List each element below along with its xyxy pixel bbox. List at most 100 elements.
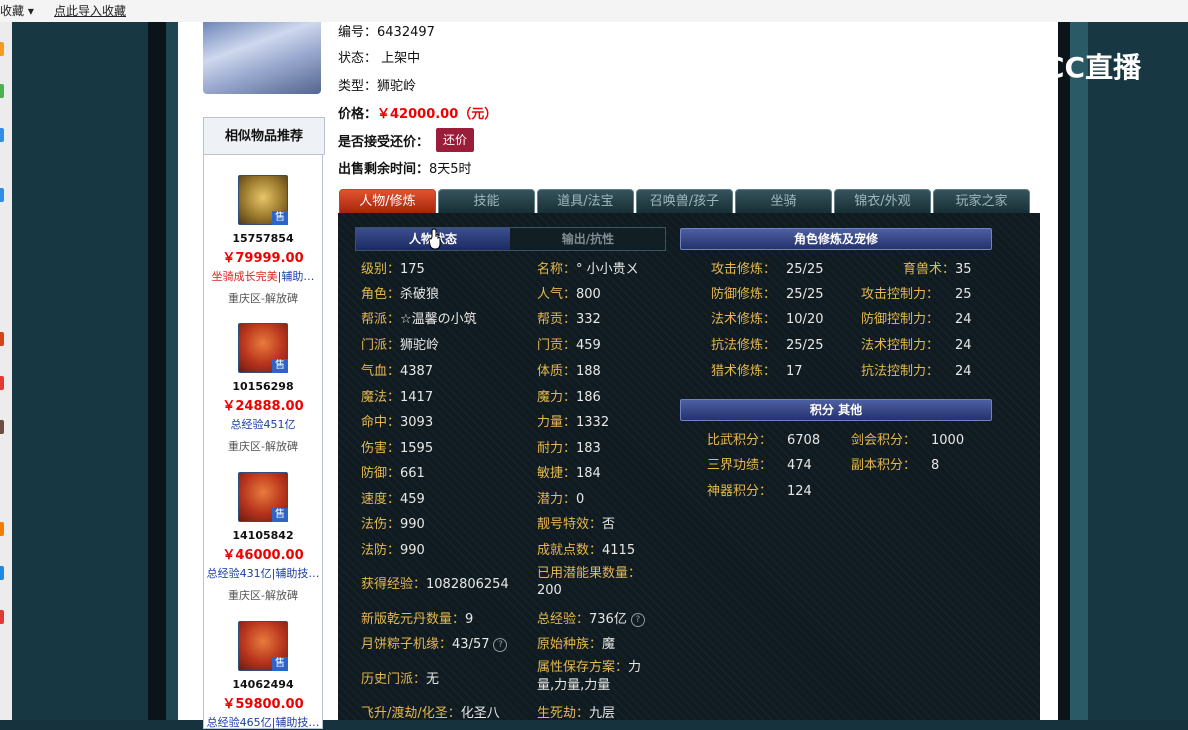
stat-value: ° 小小贵ㄨ [576, 262, 639, 277]
stat-key: 法防： [361, 543, 401, 558]
cultivation-row: 抗法控制力： 24 [861, 360, 972, 379]
stat-value: 1417 [400, 390, 434, 405]
recommend-item[interactable]: 售 15757854 ￥79999.00 坐骑成长完美|辅助… 重庆区-解放碑 [204, 175, 322, 306]
stat-value: 474 [787, 458, 812, 473]
sidebar-app-icon[interactable] [0, 188, 4, 202]
recommend-item-desc[interactable]: 总经验465亿|辅助技… [204, 714, 322, 730]
tab-character[interactable]: 人物/修炼 [339, 189, 436, 215]
stat-value: 3093 [400, 415, 434, 430]
stat-key: 飞升/渡劫/化圣： [361, 706, 461, 721]
cultivation-row: 法术控制力： 24 [861, 334, 972, 353]
stat-row: 力量：1332 [537, 411, 609, 430]
stat-row: 成就点数：4115 [537, 539, 635, 558]
stat-value: 183 [576, 441, 601, 456]
sidebar-app-icon[interactable] [0, 376, 4, 390]
item-thumbnail[interactable]: 售 [238, 621, 288, 671]
recommend-item[interactable]: 售 10156298 ￥24888.00 总经验451亿 重庆区-解放碑 [204, 323, 322, 454]
stat-row: 速度：459 [361, 488, 425, 507]
cultivation-row: 防御控制力： 24 [861, 308, 972, 327]
stat-value: 9 [465, 612, 474, 627]
stat-key: 敏捷： [537, 466, 577, 481]
stat-key: 三界功绩： [707, 458, 773, 473]
item-price-row: 价格：￥42000.00（元） [338, 103, 497, 122]
type-value: 狮驼岭 [377, 79, 417, 94]
stat-value: 661 [400, 466, 425, 481]
stat-value: 459 [576, 338, 601, 353]
stat-row: 历史门派：无 [361, 668, 439, 687]
tab-items[interactable]: 道具/法宝 [537, 189, 634, 215]
stat-key: 已用潜能果数量： [537, 566, 642, 581]
stat-value: 25/25 [786, 287, 824, 302]
stat-key: 门派： [361, 338, 401, 353]
stat-row: 法防：990 [361, 539, 425, 558]
stat-value: 否 [602, 517, 616, 532]
sidebar-app-icon[interactable] [0, 128, 4, 142]
stat-row: 魔法：1417 [361, 386, 433, 405]
help-icon[interactable]: ? [493, 637, 508, 652]
help-icon[interactable]: ? [630, 612, 645, 627]
recommend-item-desc[interactable]: 总经验431亿|辅助技… [204, 565, 322, 581]
sidebar-app-icon[interactable] [0, 42, 4, 56]
tab-appearance[interactable]: 锦衣/外观 [834, 189, 931, 215]
stat-row: 生死劫：九层 [537, 702, 615, 721]
stat-value: 1000 [931, 433, 965, 448]
tab-mounts[interactable]: 坐骑 [735, 189, 832, 215]
recommend-item[interactable]: 售 14105842 ￥46000.00 总经验431亿|辅助技… 重庆区-解放… [204, 472, 322, 603]
stat-value: 990 [400, 543, 425, 558]
recommend-item-id: 10156298 [232, 380, 294, 393]
import-bookmarks-link[interactable]: 点此导入收藏 [54, 2, 126, 19]
cultivation-row: 攻击修炼： 25/25 [711, 258, 823, 277]
bookmarks-menu[interactable]: 收藏 ▾ [0, 2, 34, 19]
time-value: 8天5时 [429, 162, 472, 177]
recommend-item-desc[interactable]: 坐骑成长完美|辅助… [204, 268, 322, 284]
status-value: 上架中 [381, 51, 421, 66]
cultivation-row: 育兽术：35 [861, 258, 972, 277]
stat-key: 成就点数： [537, 543, 603, 558]
cultivation-row: 抗法修炼： 25/25 [711, 334, 823, 353]
sidebar-app-icon[interactable] [0, 610, 4, 624]
stat-row: 耐力：183 [537, 437, 601, 456]
item-thumbnail[interactable]: 售 [238, 472, 288, 522]
tab-pets[interactable]: 召唤兽/孩子 [636, 189, 733, 215]
stat-value: 1332 [576, 415, 610, 430]
sidebar-app-icon[interactable] [0, 522, 4, 536]
subtab-output[interactable]: 输出/抗性 [511, 228, 665, 250]
stat-row: 气血：4387 [361, 360, 433, 379]
stat-key: 帮贡： [537, 312, 577, 327]
stat-key: 属性保存方案： [537, 660, 629, 675]
sidebar-app-icon[interactable] [0, 332, 4, 346]
points-row: 副本积分： 8 [851, 454, 939, 473]
stat-key: 原始种族： [537, 637, 603, 652]
points-row: 剑会积分： 1000 [851, 429, 964, 448]
stat-value: 24 [955, 338, 972, 353]
sell-badge: 售 [272, 211, 288, 225]
item-thumbnail[interactable]: 售 [238, 175, 288, 225]
mouse-cursor-icon [428, 228, 441, 250]
tab-player-home[interactable]: 玩家之家 [933, 189, 1030, 215]
sidebar-app-icon[interactable] [0, 566, 4, 580]
stat-row: 月饼粽子机缘：43/57? [361, 633, 508, 652]
page-background-left [12, 22, 148, 720]
stat-value: 化圣八 [460, 706, 500, 721]
stat-value: 狮驼岭 [400, 338, 440, 353]
stat-row: 飞升/渡劫/化圣：化圣八 [361, 702, 500, 721]
haggle-button[interactable]: 还价 [436, 128, 474, 152]
stat-value: 25/25 [786, 338, 824, 353]
stat-value: 188 [576, 364, 601, 379]
sidebar-app-icon[interactable] [0, 84, 4, 98]
recommend-item-desc[interactable]: 总经验451亿 [204, 416, 322, 432]
stat-key: 历史门派： [361, 672, 427, 687]
item-thumbnail[interactable]: 售 [238, 323, 288, 373]
stat-row: 角色：杀破狼 [361, 283, 439, 302]
stat-key: 帮派： [361, 312, 401, 327]
stat-key: 攻击修炼： [711, 262, 777, 277]
cultivation-row: 攻击控制力： 25 [861, 283, 972, 302]
recommend-item-price: ￥79999.00 [222, 251, 304, 266]
stat-value: 24 [955, 364, 972, 379]
sidebar-app-icon[interactable] [0, 420, 4, 434]
cultivation-row: 猎术修炼： 17 [711, 360, 803, 379]
stat-value: 4115 [602, 543, 636, 558]
stat-key: 力量： [537, 415, 577, 430]
recommend-item[interactable]: 售 14062494 ￥59800.00 总经验465亿|辅助技… [204, 621, 322, 730]
tab-skills[interactable]: 技能 [438, 189, 535, 215]
